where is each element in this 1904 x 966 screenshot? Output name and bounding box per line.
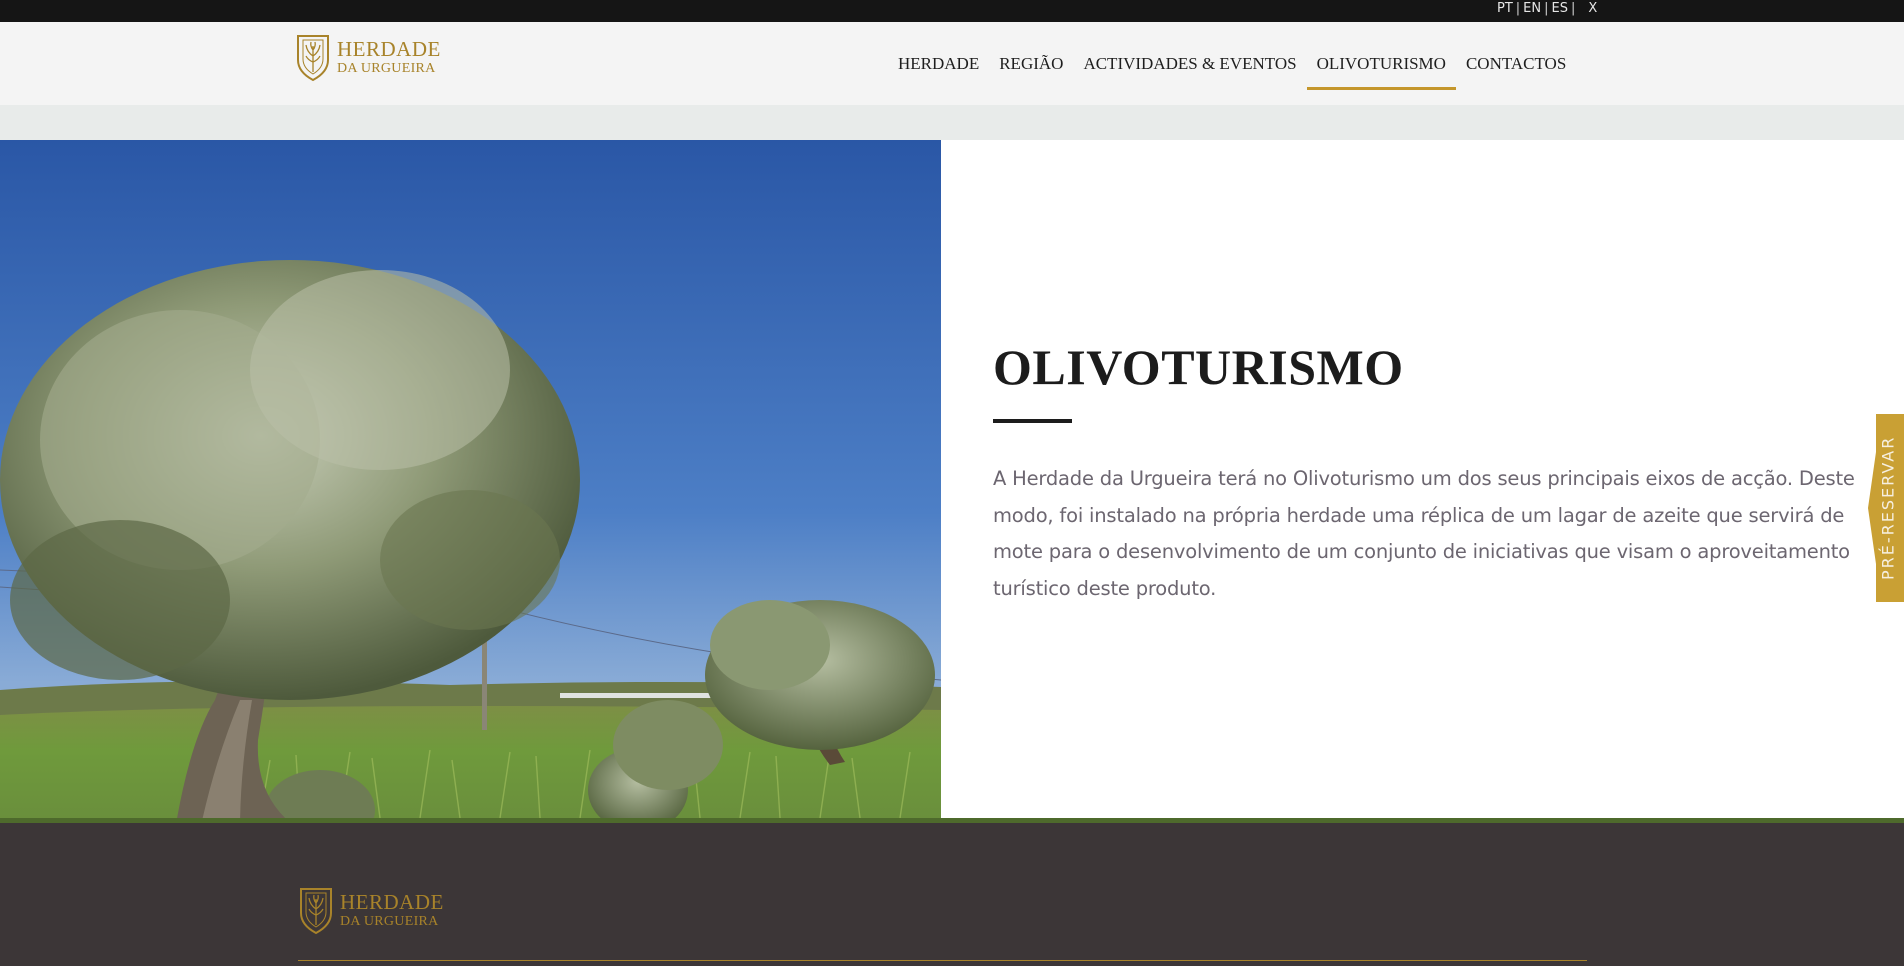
nav-item-herdade[interactable]: HERDADE <box>888 22 989 105</box>
language-bar: PT | EN | ES | X <box>0 0 1904 22</box>
lang-separator: | <box>1570 1 1576 16</box>
nav-item-contactos[interactable]: CONTACTOS <box>1456 22 1576 105</box>
close-language-bar-button[interactable]: X <box>1588 1 1597 16</box>
footer-brand-name-line2: DA URGUEIRA <box>340 913 439 929</box>
lang-es-link[interactable]: ES <box>1552 1 1568 16</box>
brand-name-line1: HERDADE <box>337 36 441 61</box>
title-underline <box>993 419 1072 423</box>
olivoturismo-section: OLIVOTURISMO A Herdade da Urgueira terá … <box>941 140 1904 818</box>
herdade-crest-icon <box>300 888 332 935</box>
herdade-crest-icon <box>297 35 329 82</box>
header-spacer-band <box>0 105 1904 140</box>
site-header: HERDADE DA URGUEIRA HERDADE REGIÃO ACTIV… <box>0 22 1904 105</box>
lang-pt-link[interactable]: PT <box>1497 1 1513 16</box>
footer-brand-name: HERDADE DA URGUEIRA <box>340 889 444 929</box>
nav-item-olivoturismo[interactable]: OLIVOTURISMO <box>1306 22 1457 105</box>
olivoturismo-description: A Herdade da Urgueira terá no Olivoturis… <box>993 467 1855 600</box>
page-title: OLIVOTURISMO <box>993 339 1404 395</box>
olive-tree-photo <box>0 140 941 818</box>
pre-reservar-label: PRÉ-RESERVAR <box>1878 435 1898 581</box>
lang-en-link[interactable]: EN <box>1523 1 1541 16</box>
language-switcher: PT | EN | ES | X <box>1497 1 1597 16</box>
main-navigation: HERDADE REGIÃO ACTIVIDADES & EVENTOS OLI… <box>888 22 1576 105</box>
nav-item-actividades-eventos[interactable]: ACTIVIDADES & EVENTOS <box>1073 22 1306 105</box>
brand-name-line2: DA URGUEIRA <box>337 60 436 76</box>
footer-brand-name-line1: HERDADE <box>340 889 444 914</box>
footer-logo[interactable]: HERDADE DA URGUEIRA <box>298 885 444 935</box>
lang-separator: | <box>1544 1 1549 16</box>
brand-name: HERDADE DA URGUEIRA <box>337 36 441 76</box>
site-footer: HERDADE DA URGUEIRA <box>0 823 1904 966</box>
footer-divider <box>298 960 1587 961</box>
lang-separator: | <box>1515 1 1521 16</box>
nav-item-regiao[interactable]: REGIÃO <box>989 22 1073 105</box>
header-logo[interactable]: HERDADE DA URGUEIRA <box>295 32 441 82</box>
pre-reservar-tab[interactable]: PRÉ-RESERVAR <box>1868 414 1904 602</box>
